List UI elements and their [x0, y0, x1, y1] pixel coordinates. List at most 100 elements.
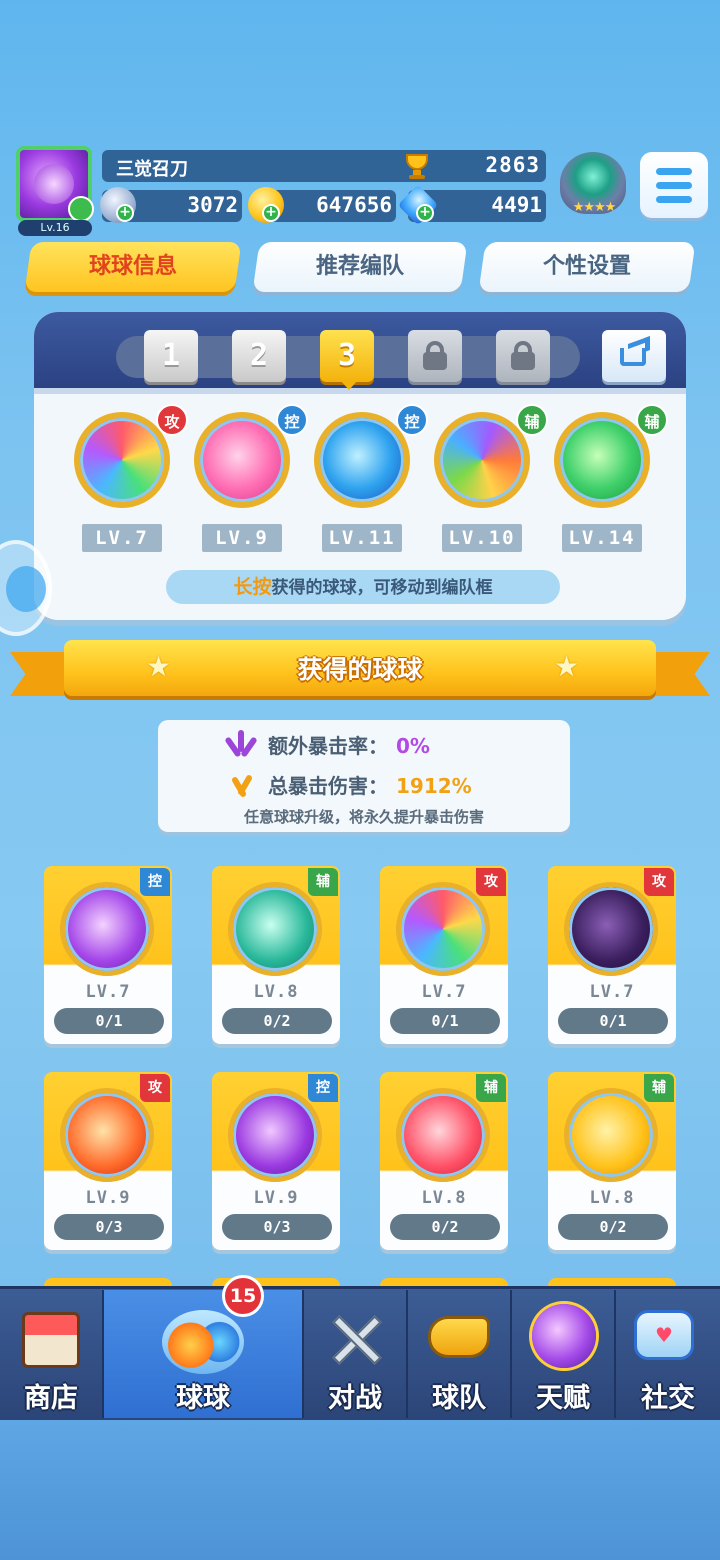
- crit-rate-icon: [224, 728, 258, 758]
- whistle-icon: [428, 1316, 490, 1358]
- player-avatar[interactable]: [16, 146, 94, 222]
- phoenix-ball-icon: [60, 1088, 154, 1182]
- ball-level: LV.8: [421, 1188, 467, 1208]
- team-ball-3-tag: 控: [396, 404, 428, 436]
- crit-damage-value: 1912%: [396, 774, 472, 798]
- venom-ball-icon: [564, 882, 658, 976]
- team-ball-1-level: LV.7: [82, 524, 162, 552]
- team-slot-header: 1 2 3: [34, 312, 686, 394]
- shatter-ball-icon: [228, 1088, 322, 1182]
- tab-recommended-team-label: 推荐编队: [315, 254, 404, 279]
- add-gold-icon[interactable]: +: [262, 204, 280, 222]
- ball-upgrade-progress: 0/1: [558, 1008, 668, 1034]
- crowd-ball-icon[interactable]: [434, 412, 530, 508]
- ball-upgrade-progress: 0/2: [390, 1214, 500, 1240]
- ball-level: LV.9: [85, 1188, 131, 1208]
- silver-resource[interactable]: + 3072: [100, 187, 242, 223]
- nav-team-label: 球队: [432, 1383, 486, 1414]
- team-ball-4-tag: 辅: [516, 404, 548, 436]
- owned-ball-card[interactable]: 攻 LV.7 0/1: [548, 866, 676, 1044]
- section-ribbon: ★ 获得的球球 ★: [64, 640, 656, 696]
- owned-ball-card[interactable]: 辅 LV.8 0/2: [212, 866, 340, 1044]
- book-ball-icon: [34, 164, 74, 204]
- nav-shop[interactable]: 商店: [0, 1290, 102, 1418]
- gem-amount: 4491: [491, 193, 542, 217]
- fish-icon: [6, 566, 46, 612]
- nav-social-label: 社交: [641, 1383, 695, 1414]
- ball-upgrade-progress: 0/3: [54, 1214, 164, 1240]
- star-arrow-ball-icon[interactable]: [554, 412, 650, 508]
- ball-level: LV.8: [253, 982, 299, 1002]
- team-slot-1[interactable]: 1: [144, 330, 198, 382]
- crit-damage-label: 总暴击伤害：: [268, 774, 388, 798]
- ball-type-tag: 辅: [476, 1074, 506, 1102]
- owned-ball-card[interactable]: 辅 LV.8 0/2: [548, 1072, 676, 1250]
- tab-ball-info-label: 球球信息: [88, 254, 177, 279]
- hint-text: 获得的球球，可移动到编队框: [271, 578, 493, 598]
- silver-amount: 3072: [187, 193, 238, 217]
- share-button[interactable]: [602, 330, 666, 382]
- crit-rate-label: 额外暴击率：: [268, 734, 388, 758]
- team-ball-4-level: LV.10: [442, 524, 522, 552]
- gold-resource[interactable]: + 647656: [248, 187, 396, 223]
- selected-slot-pointer: [340, 380, 358, 390]
- balls-icon: [162, 1310, 244, 1374]
- piggy-bank-ball-icon: [564, 1088, 658, 1182]
- owned-ball-card[interactable]: 控 LV.7 0/1: [44, 866, 172, 1044]
- crit-rate-row: 额外暴击率： 0%: [268, 730, 430, 759]
- ball-upgrade-progress: 0/2: [222, 1008, 332, 1034]
- team-slot-locked-4[interactable]: [408, 330, 462, 382]
- ball-level: LV.8: [589, 1188, 635, 1208]
- cloud-ball-icon[interactable]: [314, 412, 410, 508]
- owned-ball-card[interactable]: 攻 LV.9 0/3: [44, 1072, 172, 1250]
- team-ball-3-level: LV.11: [322, 524, 402, 552]
- team-ball-2-tag: 控: [276, 404, 308, 436]
- tab-personal-settings[interactable]: 个性设置: [478, 242, 696, 292]
- team-ball-2-level: LV.9: [202, 524, 282, 552]
- heart-ball-icon[interactable]: [194, 412, 290, 508]
- crit-info-box: 额外暴击率： 0% 总暴击伤害： 1912% 任意球球升级，将永久提升暴击伤害: [158, 720, 570, 832]
- nav-battle-label: 对战: [328, 1383, 382, 1414]
- nav-battle[interactable]: 对战: [304, 1290, 406, 1418]
- book-ball-icon: [60, 882, 154, 976]
- ball-level: LV.7: [589, 982, 635, 1002]
- ball-type-tag: 攻: [644, 868, 674, 896]
- gem-resource[interactable]: + 4491: [397, 184, 546, 226]
- ball-level: LV.7: [85, 982, 131, 1002]
- nav-balls-label: 球球: [176, 1383, 230, 1414]
- crit-rate-value: 0%: [396, 734, 430, 758]
- nav-social[interactable]: ♥ 社交: [616, 1290, 720, 1418]
- team-slot-locked-5[interactable]: [496, 330, 550, 382]
- chat-heart-icon: ♥: [634, 1310, 694, 1360]
- trophy-icon: [402, 152, 432, 180]
- trophy-count: 2863: [485, 153, 540, 177]
- menu-button[interactable]: [640, 152, 708, 218]
- owned-ball-card[interactable]: 控 LV.9 0/3: [212, 1072, 340, 1250]
- ball-level: LV.9: [253, 1188, 299, 1208]
- team-ball-1-tag: 攻: [156, 404, 188, 436]
- gold-amount: 647656: [316, 193, 392, 217]
- crit-note: 任意球球升级，将永久提升暴击伤害: [243, 808, 484, 826]
- crossed-swords-icon: [328, 1310, 384, 1366]
- ball-type-tag: 攻: [140, 1074, 170, 1102]
- ball-upgrade-progress: 0/2: [558, 1214, 668, 1240]
- team-slot-3[interactable]: 3: [320, 330, 374, 382]
- player-name: 三觉召刀: [116, 159, 188, 180]
- nav-balls[interactable]: 球球: [104, 1290, 302, 1418]
- nav-balls-badge: 15: [222, 1275, 264, 1317]
- add-gem-icon[interactable]: +: [416, 204, 434, 222]
- player-level: Lv.16: [18, 220, 92, 236]
- ball-type-tag: 辅: [644, 1074, 674, 1102]
- owned-ball-card[interactable]: 攻 LV.7 0/1: [380, 866, 508, 1044]
- ball-upgrade-progress: 0/1: [390, 1008, 500, 1034]
- prism-ball-icon[interactable]: [74, 412, 170, 508]
- ball-level: LV.7: [421, 982, 467, 1002]
- add-silver-icon[interactable]: +: [116, 204, 134, 222]
- owned-ball-card[interactable]: 辅 LV.8 0/2: [380, 1072, 508, 1250]
- nav-team[interactable]: 球队: [408, 1290, 510, 1418]
- nav-talent[interactable]: 天赋: [512, 1290, 614, 1418]
- long-press-hint: 长按获得的球球，可移动到编队框: [166, 570, 560, 604]
- tab-recommended-team[interactable]: 推荐编队: [252, 242, 468, 292]
- tab-ball-info[interactable]: 球球信息: [24, 242, 242, 292]
- team-slot-2[interactable]: 2: [232, 330, 286, 382]
